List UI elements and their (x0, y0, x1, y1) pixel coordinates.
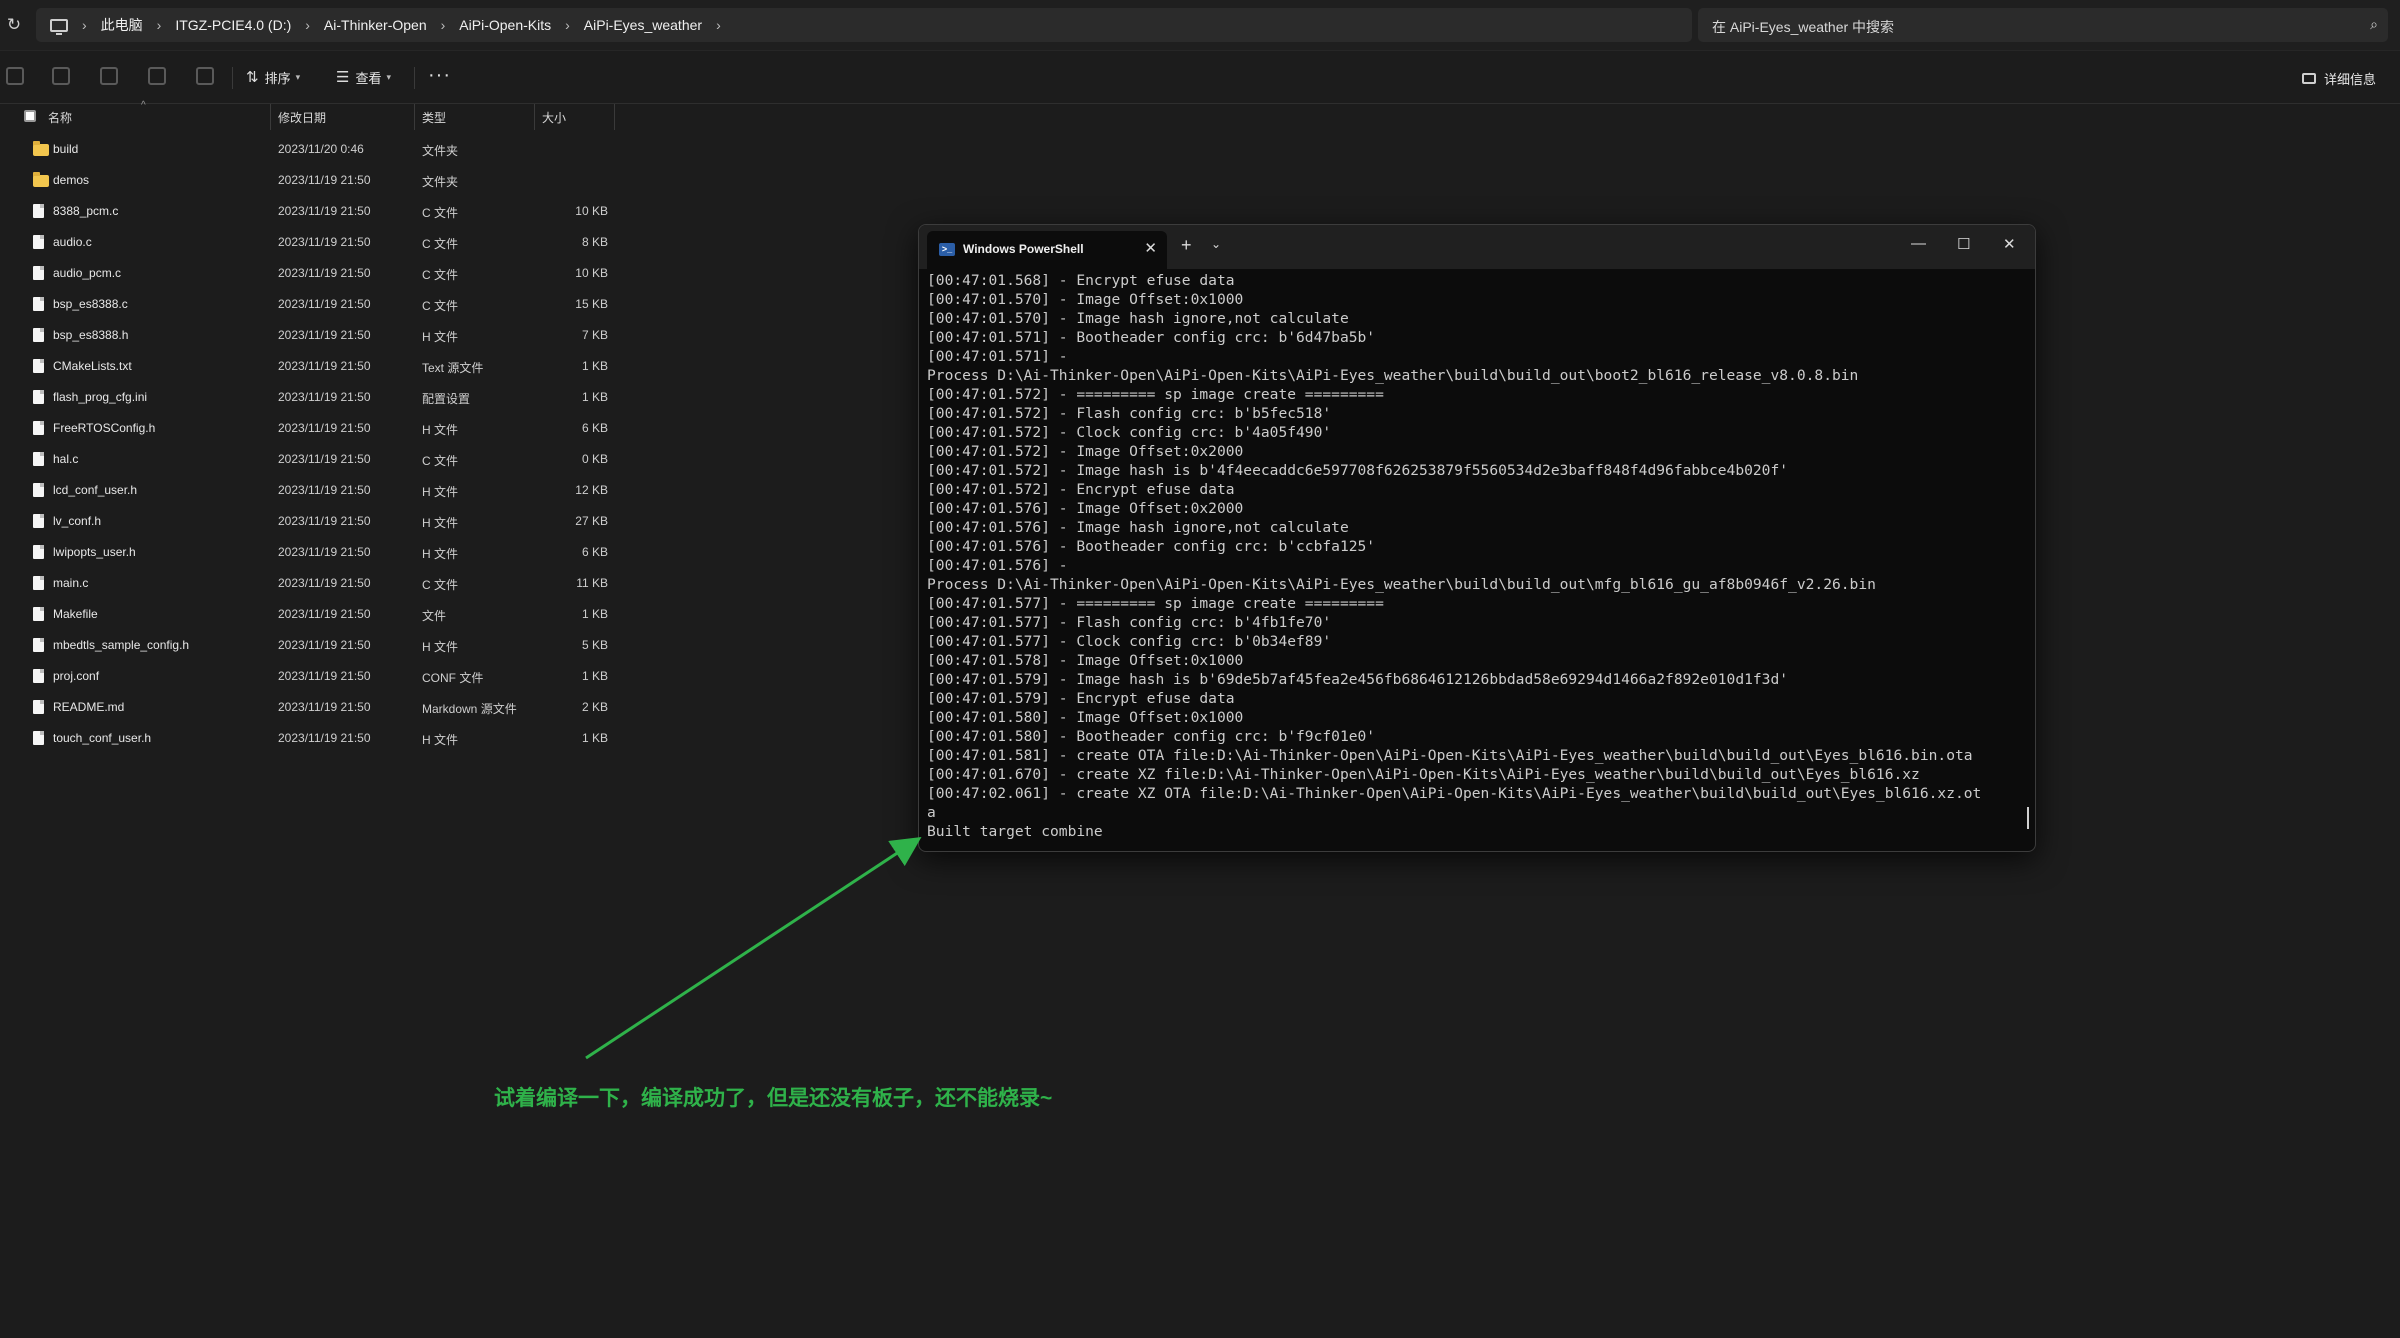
annotation-text: 试着编译一下，编译成功了，但是还没有板子，还不能烧录~ (494, 1087, 1053, 1110)
annotation-arrow (585, 837, 922, 1060)
